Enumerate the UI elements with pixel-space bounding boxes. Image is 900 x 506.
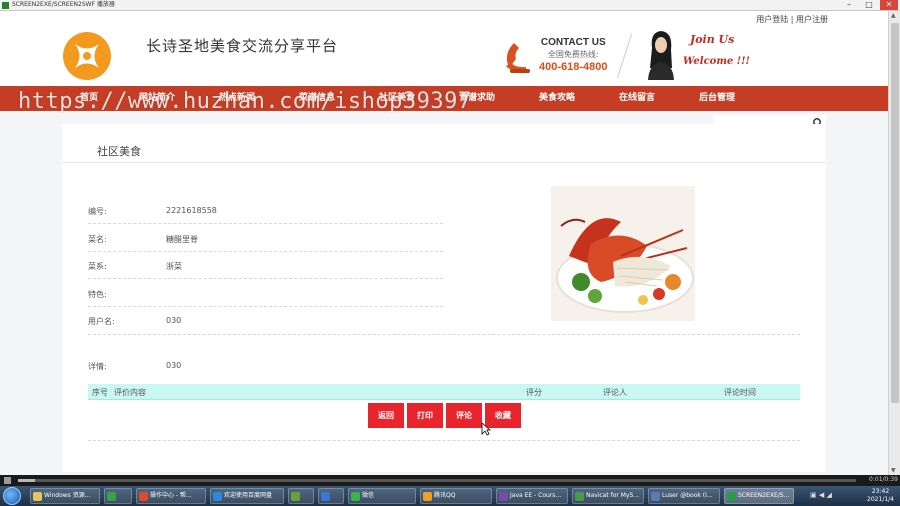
field-divider [88,251,443,252]
field-label-username: 用户名: [88,317,115,326]
scroll-down-icon[interactable]: ▼ [891,467,896,474]
seek-progress [18,479,35,482]
field-divider [88,278,443,279]
back-button[interactable]: 返回 [368,403,404,428]
col-header-commenter: 评论人 [603,388,627,397]
field-divider [88,223,443,224]
maximize-button[interactable]: □ [860,0,878,10]
field-value-dish-name: 糖醋里脊 [166,235,198,244]
window-icon [651,492,660,501]
app-icon [107,492,116,501]
app-icon [321,492,330,501]
browser-icon [139,492,148,501]
section-title: 社区美食 [97,145,141,158]
print-button[interactable]: 打印 [407,403,443,428]
field-label-cuisine: 菜系: [88,262,107,271]
app-icon [2,1,9,9]
window-titlebar: SCREEN2EXE/SCREEN2SWF 播放器 – □ ✕ [0,0,900,11]
cloud-icon [213,492,222,501]
welcome-text: Welcome !!! [683,56,750,67]
video-player-bar: 0:01/0:39 [0,475,900,486]
site-logo-icon[interactable] [62,31,112,81]
close-button[interactable]: ✕ [880,0,898,10]
player-icon [727,492,736,501]
task-qq[interactable]: 腾讯QQ [420,488,492,504]
task-app[interactable] [288,488,314,504]
qq-icon [423,492,432,501]
task-screen2exe[interactable]: SCREEN2EXE/S... [724,488,794,504]
wechat-icon [351,492,360,501]
task-app[interactable] [104,488,132,504]
col-header-index: 序号 [92,388,108,397]
scroll-up-icon[interactable]: ▲ [891,12,896,19]
register-link[interactable]: 用户注册 [796,15,828,24]
minimize-button[interactable]: – [840,0,858,10]
window-title: SCREEN2EXE/SCREEN2SWF 播放器 [12,1,115,8]
url-watermark: https://www.huzhan.com/ishop39397 [18,89,472,114]
comment-button[interactable]: 评论 [446,403,482,428]
page-scrollbar[interactable]: ▲ ▼ [888,11,900,475]
comments-table-header: 序号 评价内容 评分 评论人 评论时间 [88,384,800,400]
col-header-score: 评分 [526,388,542,397]
dish-photo [551,186,695,321]
clock-date: 2021/1/4 [867,496,894,503]
eclipse-icon [499,492,508,501]
hotline-number: 400-618-4800 [539,61,608,73]
task-action-center[interactable]: 操作中心 - 帮... [136,488,206,504]
field-divider [88,334,800,335]
header-divider [616,33,633,79]
navicat-icon [575,492,584,501]
mouse-cursor-icon [481,422,491,436]
top-links: 用户登陆 | 用户注册 [756,14,828,25]
task-baidu-netdisk[interactable]: 欢迎使用百度网盘 [210,488,284,504]
field-value-cuisine: 浙菜 [166,262,182,271]
col-header-content: 评价内容 [114,388,146,397]
task-luser[interactable]: Luser @book (I... [648,488,720,504]
clock-time: 23:42 [871,488,890,495]
field-divider [88,306,443,307]
action-buttons: 返回 打印 评论 收藏 [368,403,521,428]
field-label-dish-name: 菜名: [88,235,107,244]
system-clock[interactable]: 23:42 2021/1/4 [867,488,894,504]
section-divider [62,162,826,163]
folder-icon [33,492,42,501]
windows-taskbar: Windows 资源... 操作中心 - 帮... 欢迎使用百度网盘 微信 腾讯… [0,486,900,506]
field-label-feature: 特色: [88,290,107,299]
site-title: 长诗圣地美食交流分享平台 [146,37,339,55]
field-label-details: 详情: [88,362,107,371]
task-java-ee[interactable]: Java EE - Cours... [496,488,568,504]
play-pause-icon[interactable] [4,477,11,484]
login-link[interactable]: 用户登陆 [756,15,788,24]
col-header-time: 评论时间 [724,388,756,397]
task-wechat[interactable]: 微信 [348,488,416,504]
field-value-details: 030 [166,361,182,370]
player-time: 0:01/0:39 [869,476,898,483]
content-card: 社区美食 编号: 2221618558 菜名: 糖醋里脊 菜系: 浙菜 特色: … [62,124,826,472]
start-button[interactable] [3,487,21,505]
task-navicat[interactable]: Navicat for MyS... [572,488,644,504]
scroll-thumb[interactable] [891,23,899,403]
phone-icon [506,43,530,73]
site-header: 用户登陆 | 用户注册 长诗圣地美食交流分享平台 CONTACT US 全国免费… [0,11,888,86]
web-page: 用户登陆 | 用户注册 长诗圣地美食交流分享平台 CONTACT US 全国免费… [0,11,888,475]
field-value-id: 2221618558 [166,206,217,215]
bottom-divider [88,440,800,441]
nav-item-admin[interactable]: 后台管理 [699,86,735,111]
top-links-separator: | [788,15,796,24]
nav-item-guides[interactable]: 美食攻略 [539,86,575,111]
nav-item-messages[interactable]: 在线留言 [619,86,655,111]
contact-block: CONTACT US 全国免费热线: 400-618-4800 [539,37,608,73]
task-explorer[interactable]: Windows 资源... [30,488,100,504]
seek-bar[interactable] [18,479,856,482]
field-value-username: 030 [166,316,182,325]
system-tray-icons[interactable]: ▣ ◀ ◢ [810,491,832,499]
contact-title: CONTACT US [540,37,606,48]
task-app[interactable] [318,488,344,504]
app-icon [291,492,300,501]
join-us-text: Join Us [690,33,735,46]
contact-subtitle: 全国免费热线: [547,50,599,59]
service-avatar-image [648,31,674,80]
field-label-id: 编号: [88,207,107,216]
